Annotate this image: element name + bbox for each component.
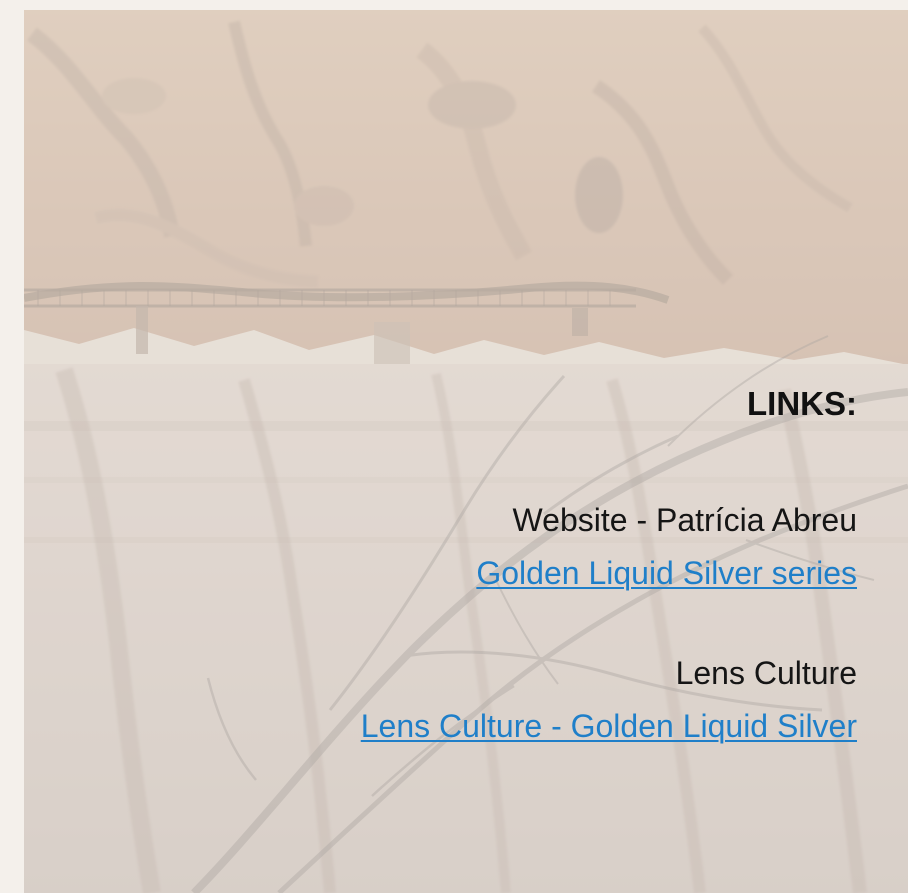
website-link-group: Website - Patrícia Abreu Golden Liquid S…: [157, 500, 857, 593]
links-heading: LINKS:: [747, 385, 857, 422]
golden-liquid-silver-series-link[interactable]: Golden Liquid Silver series: [476, 553, 857, 593]
links-panel: LINKS: Website - Patrícia Abreu Golden L…: [157, 384, 857, 746]
lens-culture-link-group: Lens Culture Lens Culture - Golden Liqui…: [157, 653, 857, 746]
website-label: Website - Patrícia Abreu: [512, 502, 857, 538]
lens-culture-label: Lens Culture: [675, 655, 857, 691]
links-page: LINKS: Website - Patrícia Abreu Golden L…: [0, 0, 908, 893]
lens-culture-golden-liquid-silver-link[interactable]: Lens Culture - Golden Liquid Silver: [361, 706, 857, 746]
